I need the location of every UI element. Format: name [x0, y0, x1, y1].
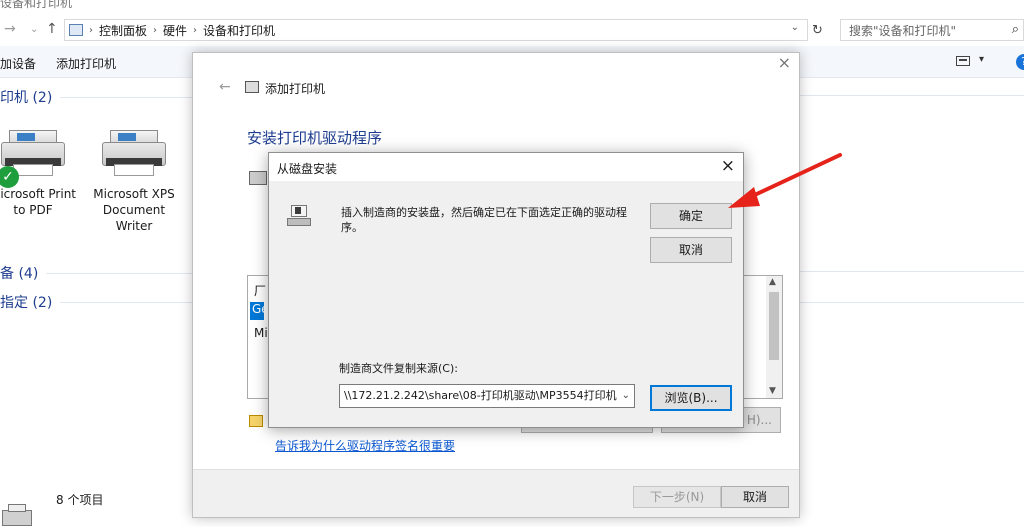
breadcrumb-control-panel[interactable]: 控制面板 — [99, 22, 147, 39]
section-divider — [46, 273, 196, 274]
back-arrow-icon[interactable]: ← — [219, 79, 231, 95]
search-icon: ⌕ — [1011, 22, 1019, 37]
printer-icon: ✓ — [0, 128, 69, 188]
section-devices[interactable]: 设备 (4) — [0, 263, 38, 283]
window-title: 设备和打印机 — [0, 0, 73, 10]
address-bar[interactable]: › 控制面板 › 硬件 › 设备和打印机 ⌄ — [64, 19, 808, 41]
scroll-down-icon[interactable]: ▼ — [769, 386, 776, 396]
section-divider — [800, 95, 1024, 96]
control-panel-icon — [69, 24, 83, 36]
item-count: 8 个项目 — [56, 493, 104, 507]
add-printer-button[interactable]: 添加打印机 — [56, 55, 116, 72]
breadcrumb-devices-printers[interactable]: 设备和打印机 — [203, 22, 275, 39]
device-microsoft-print-to-pdf[interactable]: ✓ Microsoft Print to PDF — [0, 128, 78, 218]
section-divider — [60, 97, 200, 98]
wizard-footer: 下一步(N) 取消 — [193, 469, 799, 517]
certificate-icon — [249, 415, 263, 427]
next-button[interactable]: 下一步(N) — [633, 486, 721, 508]
search-input[interactable]: 搜索"设备和打印机" ⌕ — [840, 19, 1024, 41]
up-arrow-icon[interactable]: ↑ — [46, 21, 58, 37]
breadcrumb-hardware[interactable]: 硬件 — [163, 22, 187, 39]
section-divider — [60, 302, 200, 303]
help-icon[interactable]: ? — [1016, 54, 1024, 70]
dialog-message: 插入制造商的安装盘，然后确定已在下面选定正确的驱动程序。 — [341, 206, 627, 234]
default-checkmark-icon: ✓ — [0, 166, 19, 188]
printer-icon — [245, 81, 259, 93]
dialog-titlebar: 从磁盘安装 × — [269, 153, 743, 181]
driver-signing-link[interactable]: 告诉我为什么驱动程序签名很重要 — [275, 437, 455, 454]
source-path-combobox[interactable]: \\172.21.2.242\share\08-打印机驱动\MP3554打印机 … — [339, 384, 635, 408]
disk-drive-icon — [287, 205, 311, 227]
install-from-disk-dialog: 从磁盘安装 × 插入制造商的安装盘，然后确定已在下面选定正确的驱动程序。 确定 … — [268, 152, 744, 428]
device-label: Microsoft Print — [0, 187, 77, 201]
browse-button[interactable]: 浏览(B)... — [650, 385, 732, 411]
source-label: 制造商文件复制来源(C): — [339, 362, 458, 375]
chevron-right-icon: › — [89, 24, 93, 36]
scrollbar[interactable]: ▲ ▼ — [766, 276, 782, 398]
scroll-up-icon[interactable]: ▲ — [769, 277, 776, 287]
section-divider — [800, 271, 1024, 272]
device-label: Microsoft XPS — [93, 187, 175, 201]
annotation-arrow-icon — [728, 153, 842, 208]
address-dropdown-icon[interactable]: ⌄ — [791, 22, 799, 33]
device-label: Document — [102, 203, 166, 217]
device-label: to PDF — [13, 203, 53, 217]
device-microsoft-xps-document-writer[interactable]: Microsoft XPS Document Writer — [89, 128, 179, 234]
view-options-icon[interactable] — [956, 56, 970, 66]
section-unspecified[interactable]: 未指定 (2) — [0, 292, 52, 312]
cancel-button[interactable]: 取消 — [721, 486, 789, 508]
navigation-bar: → ⌄ ↑ › 控制面板 › 硬件 › 设备和打印机 ⌄ ↻ 搜索"设备和打印机… — [0, 16, 1024, 44]
source-path-value: \\172.21.2.242\share\08-打印机驱动\MP3554打印机 — [344, 389, 617, 402]
cancel-button[interactable]: 取消 — [650, 237, 732, 263]
section-divider — [800, 302, 1024, 303]
section-printers[interactable]: 打印机 (2) — [0, 87, 52, 107]
chevron-right-icon: › — [153, 24, 158, 36]
list-item[interactable]: 厂 — [254, 282, 266, 299]
refresh-icon[interactable]: ↻ — [812, 23, 823, 38]
list-item[interactable]: Mi — [254, 326, 268, 340]
forward-arrow-icon[interactable]: → — [4, 21, 16, 37]
wizard-heading: 安装打印机驱动程序 — [247, 129, 383, 147]
recent-dropdown-icon[interactable]: ⌄ — [30, 24, 38, 35]
chevron-right-icon: › — [193, 24, 198, 36]
dialog-title: 从磁盘安装 — [277, 162, 338, 176]
wizard-title: 添加打印机 — [265, 82, 326, 96]
close-icon[interactable]: × — [778, 53, 791, 72]
view-dropdown-icon[interactable]: ▾ — [979, 54, 984, 65]
printer-icon — [98, 128, 170, 180]
add-device-button[interactable]: 添加设备 — [0, 55, 36, 72]
list-item-selected[interactable]: Ge — [250, 302, 269, 320]
scrollbar-thumb[interactable] — [769, 292, 779, 360]
printer-icon — [0, 504, 36, 527]
printer-icon — [249, 171, 267, 185]
device-label: Writer — [115, 219, 153, 233]
chevron-down-icon[interactable]: ⌄ — [622, 385, 630, 407]
search-placeholder: 搜索"设备和打印机" — [849, 23, 957, 38]
